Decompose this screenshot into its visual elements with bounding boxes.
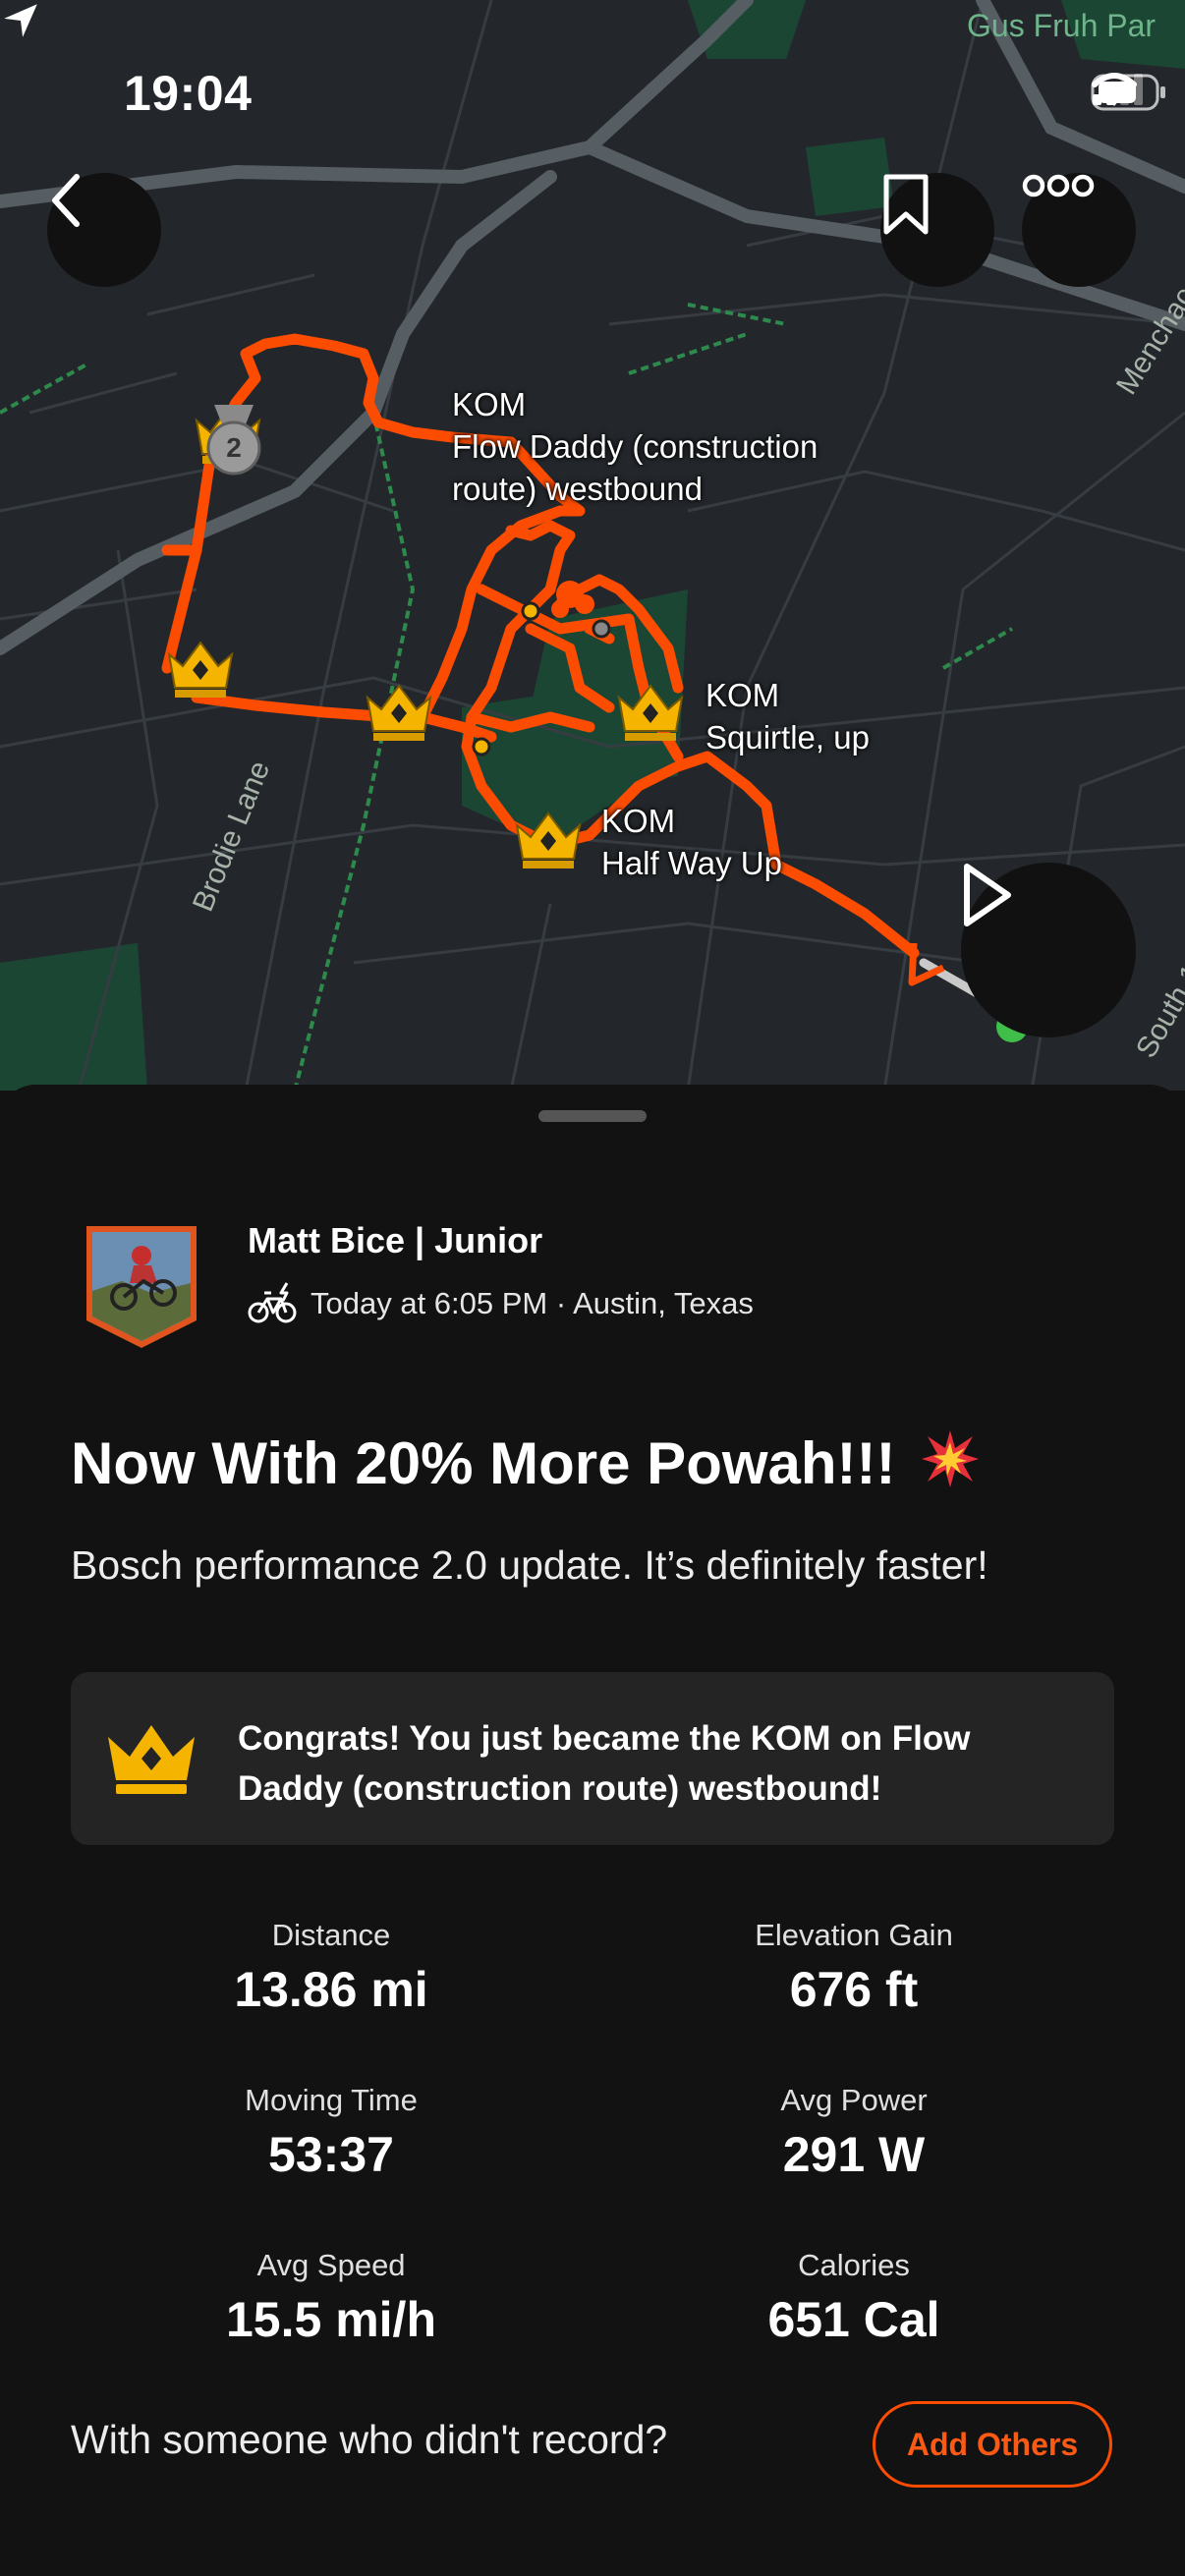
stat-avg-speed: Avg Speed 15.5 mi/h	[71, 2248, 592, 2348]
activity-title-text: Now With 20% More Powah!!!	[71, 1430, 896, 1496]
segment-label-flow-daddy[interactable]: KOM Flow Daddy (construction route) west…	[452, 383, 904, 510]
segment-badge: KOM	[705, 677, 780, 713]
back-button[interactable]	[47, 173, 161, 287]
location-arrow-icon	[4, 4, 37, 37]
activity-title: Now With 20% More Powah!!!	[71, 1428, 981, 1497]
bookmark-icon	[883, 174, 929, 235]
stat-value: 676 ft	[789, 1962, 919, 2017]
stat-label: Elevation Gain	[755, 1918, 953, 1952]
crown-marker-icon[interactable]	[513, 808, 584, 872]
play-icon	[964, 864, 1011, 926]
activity-meta: Today at 6:05 PM · Austin, Texas	[248, 1281, 754, 1326]
kom-message: Congrats! You just became the KOM on Flo…	[238, 1719, 971, 1808]
crown-marker-icon[interactable]	[165, 637, 236, 701]
avatar[interactable]	[83, 1222, 200, 1352]
ebike-icon	[248, 1282, 297, 1323]
medal-marker[interactable]: 2	[200, 403, 267, 479]
unrecorded-partner-prompt: With someone who didn't record?	[71, 2417, 668, 2462]
stat-label: Calories	[798, 2248, 910, 2282]
more-dots-icon	[1022, 174, 1095, 197]
stat-distance: Distance 13.86 mi	[71, 1918, 592, 2018]
status-time: 19:04	[124, 66, 253, 121]
athlete-photo	[86, 1226, 197, 1348]
more-options-button[interactable]	[1022, 173, 1136, 287]
crown-marker-icon[interactable]	[364, 680, 434, 745]
activity-meta-text: Today at 6:05 PM · Austin, Texas	[310, 1286, 754, 1320]
stat-moving-time: Moving Time 53:37	[71, 2083, 592, 2183]
stat-value: 291 W	[782, 2127, 926, 2182]
add-others-button[interactable]: Add Others	[873, 2401, 1112, 2488]
activity-description: Bosch performance 2.0 update. It’s defin…	[71, 1542, 988, 1588]
stat-label: Avg Power	[780, 2083, 928, 2117]
activity-sheet: Matt Bice | Junior Today at 6:05 PM · Au…	[0, 1085, 1185, 2576]
stat-label: Avg Speed	[256, 2248, 406, 2282]
stat-value: 13.86 mi	[234, 1962, 428, 2017]
medal-number: 2	[226, 432, 242, 463]
segment-badge: KOM	[452, 386, 527, 422]
chevron-left-icon	[52, 174, 80, 227]
crown-marker-icon[interactable]	[615, 680, 686, 745]
segment-name: Half Way Up	[601, 845, 782, 881]
stat-label: Distance	[271, 1918, 391, 1952]
stat-elevation-gain: Elevation Gain 676 ft	[593, 1918, 1114, 2018]
collision-emoji-icon	[922, 1430, 980, 1487]
status-bar: 19:04	[0, 0, 1185, 187]
stat-label: Moving Time	[245, 2083, 418, 2117]
save-route-button[interactable]	[880, 173, 994, 287]
stat-calories: Calories 651 Cal	[593, 2248, 1114, 2348]
segment-label-half-way-up[interactable]: KOM Half Way Up	[601, 800, 782, 884]
activity-map[interactable]: 2 KOM Flow Daddy (construction route) we…	[0, 0, 1185, 1091]
crown-icon	[108, 1725, 195, 1794]
stat-value: 651 Cal	[767, 2292, 940, 2347]
athlete-name[interactable]: Matt Bice | Junior	[248, 1220, 542, 1261]
stat-value: 15.5 mi/h	[226, 2292, 436, 2347]
segment-name: Flow Daddy (construction route) westboun…	[452, 428, 818, 507]
segment-label-squirtle[interactable]: KOM Squirtle, up	[705, 674, 870, 758]
play-flyover-button[interactable]	[961, 863, 1136, 1037]
battery-icon	[1091, 74, 1165, 111]
stat-avg-power: Avg Power 291 W	[593, 2083, 1114, 2183]
sheet-drag-handle[interactable]	[538, 1110, 647, 1122]
segment-name: Squirtle, up	[705, 719, 870, 756]
segment-badge: KOM	[601, 803, 676, 839]
stat-value: 53:37	[268, 2127, 394, 2182]
kom-achievement-card[interactable]: Congrats! You just became the KOM on Flo…	[71, 1672, 1114, 1845]
